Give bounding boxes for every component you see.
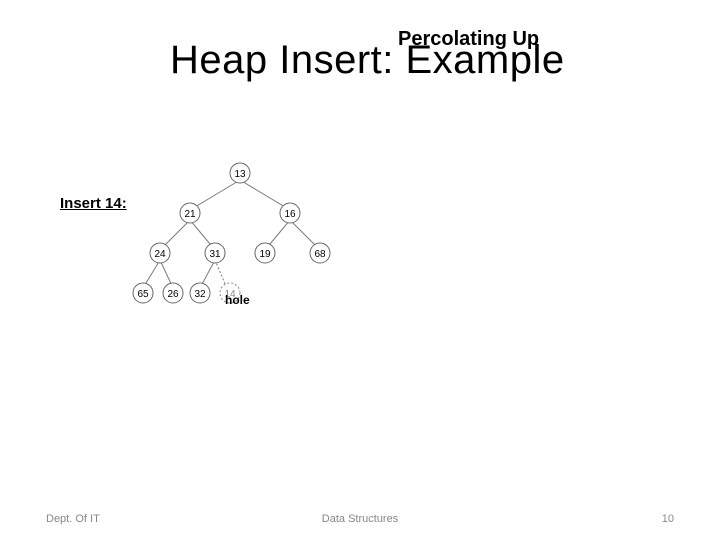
tree-node: 65 bbox=[133, 283, 153, 303]
node-value: 21 bbox=[184, 209, 196, 220]
node-value: 13 bbox=[234, 169, 246, 180]
tree-node: 68 bbox=[310, 243, 330, 263]
insert-label: Insert 14: bbox=[60, 195, 127, 212]
tree-node: 21 bbox=[180, 203, 200, 223]
tree-node: 19 bbox=[255, 243, 275, 263]
node-value: 31 bbox=[209, 249, 221, 260]
node-value: 24 bbox=[154, 249, 166, 260]
footer-page-number: 10 bbox=[662, 513, 674, 525]
tree-node: 13 bbox=[230, 163, 250, 183]
node-value: 26 bbox=[167, 289, 179, 300]
node-value: 19 bbox=[259, 249, 271, 260]
tree-node: 24 bbox=[150, 243, 170, 263]
node-value: 16 bbox=[284, 209, 296, 220]
page-title: Heap Insert: Example bbox=[170, 38, 565, 83]
node-value: 68 bbox=[314, 249, 326, 260]
node-value: 32 bbox=[194, 289, 206, 300]
node-value: 65 bbox=[137, 289, 149, 300]
tree-node: 32 bbox=[190, 283, 210, 303]
tree-node: 26 bbox=[163, 283, 183, 303]
footer-course: Data Structures bbox=[0, 513, 720, 525]
hole-label: hole bbox=[225, 293, 250, 307]
tree-node: 16 bbox=[280, 203, 300, 223]
slide-container: Percolating Up Heap Insert: Example Inse… bbox=[0, 0, 720, 540]
tree-node: 31 bbox=[205, 243, 225, 263]
